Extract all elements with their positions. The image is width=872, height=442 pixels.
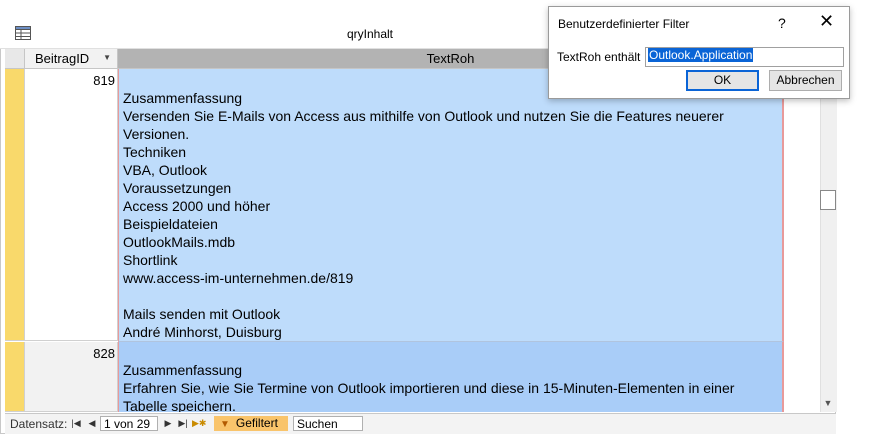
text-line: Beispieldateien	[123, 216, 218, 232]
text-line: Versionen.	[123, 126, 190, 142]
text-line: Erfahren Sie, wie Sie Termine von Outloo…	[123, 380, 735, 396]
ok-button[interactable]: OK	[686, 70, 759, 91]
column-header-label: BeitragID	[35, 51, 90, 66]
filter-label: Gefiltert	[235, 416, 278, 430]
dialog-title: Benutzerdefinierter Filter	[558, 17, 690, 31]
text-line: Shortlink	[123, 252, 178, 268]
text-line	[123, 287, 782, 305]
record-label: Datensatz:	[10, 417, 68, 431]
record-selector[interactable]	[5, 69, 25, 341]
scrollbar-thumb[interactable]	[820, 190, 836, 210]
filter-toggle-button[interactable]: ▼ Gefiltert	[214, 416, 288, 431]
current-record-field[interactable]: 1 von 29	[100, 416, 158, 431]
table-cell-id[interactable]: 828	[25, 342, 118, 412]
empty-area	[784, 69, 820, 412]
filter-icon: ▼	[220, 419, 230, 430]
text-line: OutlookMails.mdb	[123, 234, 236, 250]
text-line: Techniken	[123, 144, 187, 160]
column-header-label: TextRoh	[426, 51, 475, 66]
record-navigation-bar: Datensatz: |◀ ◀ 1 von 29 ▶ ▶| ▶✱ ▼ Gefilt…	[5, 413, 836, 434]
custom-filter-dialog: Benutzerdefinierter Filter ? ✕ TextRoh e…	[548, 6, 850, 99]
column-header-beitragid[interactable]: BeitragID ▼	[25, 49, 118, 69]
text-line: Tabelle speichern.	[123, 398, 236, 412]
search-input[interactable]: Suchen	[293, 416, 363, 431]
filter-value-text: Outlook.Application	[648, 48, 754, 62]
close-icon[interactable]: ✕	[819, 12, 834, 30]
previous-record-icon[interactable]: ◀	[85, 416, 99, 430]
select-all-corner[interactable]	[5, 49, 25, 69]
cancel-button[interactable]: Abbrechen	[769, 70, 842, 91]
table-cell-text[interactable]: Zusammenfassung Versenden Sie E-Mails vo…	[118, 69, 784, 342]
first-record-icon[interactable]: |◀	[69, 416, 83, 430]
table-cell-text[interactable]: Zusammenfassung Erfahren Sie, wie Sie Te…	[118, 342, 784, 412]
next-record-icon[interactable]: ▶	[161, 416, 175, 430]
text-line: VBA, Outlook	[123, 162, 208, 178]
last-record-icon[interactable]: ▶|	[176, 416, 190, 430]
text-line: Voraussetzungen	[123, 180, 232, 196]
sort-dropdown-icon[interactable]: ▼	[103, 53, 111, 62]
filter-condition-label: TextRoh enthält	[557, 50, 641, 64]
text-line: Versenden Sie E-Mails von Access aus mit…	[123, 108, 724, 124]
text-line: www.access-im-unternehmen.de/819	[123, 270, 354, 286]
table-cell-id[interactable]: 819	[25, 69, 118, 341]
text-line: André Minhorst, Duisburg	[123, 324, 282, 340]
text-line: Zusammenfassung	[123, 362, 243, 378]
text-line: Access 2000 und höher	[123, 198, 271, 214]
scroll-down-icon[interactable]: ▼	[820, 395, 836, 411]
text-line: Mails senden mit Outlook	[123, 306, 281, 322]
filter-value-input[interactable]: Outlook.Application	[645, 47, 844, 67]
help-icon[interactable]: ?	[778, 15, 786, 31]
new-record-icon[interactable]: ▶✱	[192, 416, 206, 430]
record-selector[interactable]	[5, 342, 25, 412]
vertical-scrollbar[interactable]	[820, 49, 837, 412]
